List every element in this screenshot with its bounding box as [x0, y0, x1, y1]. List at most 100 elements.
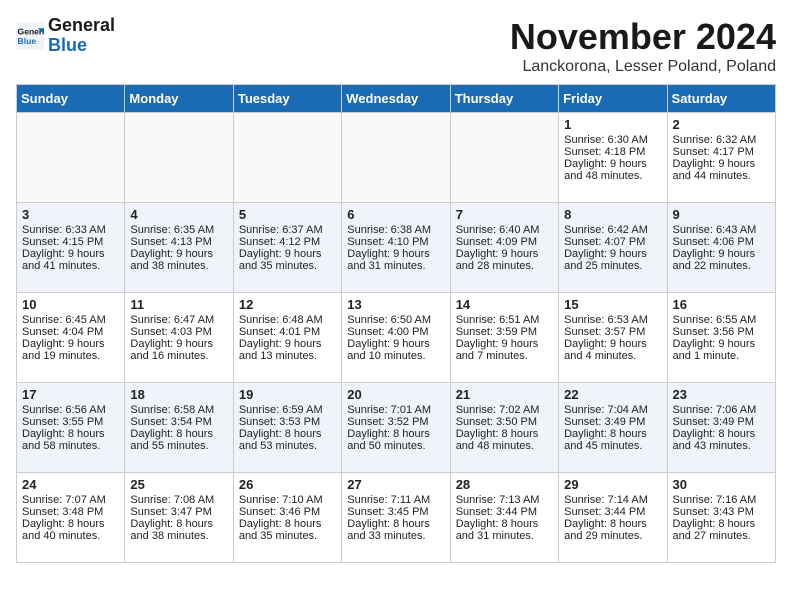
svg-text:Blue: Blue — [18, 36, 37, 46]
day-info: Daylight: 8 hours and 55 minutes. — [130, 428, 227, 452]
day-info: Sunset: 4:01 PM — [239, 326, 336, 338]
day-info: Sunset: 3:48 PM — [22, 506, 119, 518]
day-info: Sunset: 3:55 PM — [22, 416, 119, 428]
day-info: Sunrise: 6:59 AM — [239, 404, 336, 416]
day-info: Daylight: 8 hours and 53 minutes. — [239, 428, 336, 452]
day-info: Daylight: 9 hours and 19 minutes. — [22, 338, 119, 362]
day-info: Daylight: 9 hours and 22 minutes. — [673, 248, 770, 272]
calendar-cell: 6Sunrise: 6:38 AMSunset: 4:10 PMDaylight… — [342, 203, 450, 293]
calendar-cell: 24Sunrise: 7:07 AMSunset: 3:48 PMDayligh… — [17, 473, 125, 563]
calendar-week-1: 1 Sunrise: 6:30 AMSunset: 4:18 PMDaylight… — [17, 113, 776, 203]
day-info: Sunrise: 7:01 AM — [347, 404, 444, 416]
day-info: Sunrise: 6:33 AM — [22, 224, 119, 236]
day-info: Sunset: 3:49 PM — [673, 416, 770, 428]
day-number: 10 — [22, 297, 119, 312]
day-info: Sunrise: 7:07 AM — [22, 494, 119, 506]
day-info: Sunrise: 6:37 AM — [239, 224, 336, 236]
day-info: Daylight: 9 hours and 38 minutes. — [130, 248, 227, 272]
calendar-week-2: 3Sunrise: 6:33 AMSunset: 4:15 PMDaylight… — [17, 203, 776, 293]
day-info: Sunset: 4:18 PM — [564, 146, 661, 158]
day-info: Sunset: 4:00 PM — [347, 326, 444, 338]
day-number: 5 — [239, 207, 336, 222]
day-number: 15 — [564, 297, 661, 312]
day-number: 26 — [239, 477, 336, 492]
day-number: 20 — [347, 387, 444, 402]
calendar-cell: 25Sunrise: 7:08 AMSunset: 3:47 PMDayligh… — [125, 473, 233, 563]
day-number: 23 — [673, 387, 770, 402]
day-info: Sunset: 3:54 PM — [130, 416, 227, 428]
day-info: Daylight: 8 hours and 50 minutes. — [347, 428, 444, 452]
logo-icon: General Blue — [16, 22, 44, 50]
calendar-cell: 5Sunrise: 6:37 AMSunset: 4:12 PMDaylight… — [233, 203, 341, 293]
day-info: Daylight: 9 hours and 41 minutes. — [22, 248, 119, 272]
day-info: Daylight: 9 hours and 4 minutes. — [564, 338, 661, 362]
day-info: Sunset: 3:50 PM — [456, 416, 553, 428]
calendar-cell: 18Sunrise: 6:58 AMSunset: 3:54 PMDayligh… — [125, 383, 233, 473]
calendar-cell: 7Sunrise: 6:40 AMSunset: 4:09 PMDaylight… — [450, 203, 558, 293]
day-number: 4 — [130, 207, 227, 222]
day-number: 30 — [673, 477, 770, 492]
day-info: Sunset: 3:53 PM — [239, 416, 336, 428]
calendar-cell: 3Sunrise: 6:33 AMSunset: 4:15 PMDaylight… — [17, 203, 125, 293]
day-info: Sunrise: 6:53 AM — [564, 314, 661, 326]
day-info: Daylight: 9 hours and 10 minutes. — [347, 338, 444, 362]
day-info: Sunset: 3:44 PM — [456, 506, 553, 518]
day-info: Sunrise: 7:08 AM — [130, 494, 227, 506]
day-info: Daylight: 9 hours and 31 minutes. — [347, 248, 444, 272]
day-number: 21 — [456, 387, 553, 402]
day-info: Sunrise: 7:14 AM — [564, 494, 661, 506]
day-info: Sunset: 3:47 PM — [130, 506, 227, 518]
calendar-cell: 19Sunrise: 6:59 AMSunset: 3:53 PMDayligh… — [233, 383, 341, 473]
day-number: 12 — [239, 297, 336, 312]
calendar-cell: 27Sunrise: 7:11 AMSunset: 3:45 PMDayligh… — [342, 473, 450, 563]
day-info: Sunrise: 6:55 AM — [673, 314, 770, 326]
calendar-cell: 15 Sunrise: 6:53 AMSunset: 3:57 PMDayligh… — [559, 293, 667, 383]
day-info: Sunrise: 6:45 AM — [22, 314, 119, 326]
day-number: 8 — [564, 207, 661, 222]
page-header: General Blue General Blue November 2024 … — [16, 16, 776, 76]
day-info: Daylight: 9 hours and 25 minutes. — [564, 248, 661, 272]
day-info: Daylight: 8 hours and 40 minutes. — [22, 518, 119, 542]
calendar-week-5: 24Sunrise: 7:07 AMSunset: 3:48 PMDayligh… — [17, 473, 776, 563]
day-info: Sunset: 4:07 PM — [564, 236, 661, 248]
day-number: 6 — [347, 207, 444, 222]
day-number: 1 — [564, 117, 661, 132]
day-info: Sunrise: 6:56 AM — [22, 404, 119, 416]
day-info: Daylight: 9 hours and 13 minutes. — [239, 338, 336, 362]
day-info: Daylight: 8 hours and 31 minutes. — [456, 518, 553, 542]
day-info: Sunset: 4:10 PM — [347, 236, 444, 248]
calendar-cell: 9Sunrise: 6:43 AMSunset: 4:06 PMDaylight… — [667, 203, 775, 293]
calendar-cell: 10Sunrise: 6:45 AMSunset: 4:04 PMDayligh… — [17, 293, 125, 383]
day-number: 9 — [673, 207, 770, 222]
day-info: Sunset: 3:49 PM — [564, 416, 661, 428]
day-info: Daylight: 9 hours and 48 minutes. — [564, 158, 661, 182]
day-info: Sunset: 3:46 PM — [239, 506, 336, 518]
calendar-cell: 11Sunrise: 6:47 AMSunset: 4:03 PMDayligh… — [125, 293, 233, 383]
day-info: Sunrise: 6:43 AM — [673, 224, 770, 236]
day-info: Sunrise: 7:13 AM — [456, 494, 553, 506]
day-number: 2 — [673, 117, 770, 132]
day-info: Sunset: 3:57 PM — [564, 326, 661, 338]
day-info: Daylight: 8 hours and 45 minutes. — [564, 428, 661, 452]
calendar-cell: 1 Sunrise: 6:30 AMSunset: 4:18 PMDaylight… — [559, 113, 667, 203]
day-info: Daylight: 8 hours and 27 minutes. — [673, 518, 770, 542]
day-info: Sunrise: 6:30 AM — [564, 134, 661, 146]
day-number: 11 — [130, 297, 227, 312]
day-info: Sunset: 4:09 PM — [456, 236, 553, 248]
calendar-cell: 13Sunrise: 6:50 AMSunset: 4:00 PMDayligh… — [342, 293, 450, 383]
day-info: Daylight: 9 hours and 1 minute. — [673, 338, 770, 362]
day-number: 14 — [456, 297, 553, 312]
day-info: Sunrise: 6:50 AM — [347, 314, 444, 326]
location-title: Lanckorona, Lesser Poland, Poland — [510, 58, 776, 76]
day-number: 29 — [564, 477, 661, 492]
day-number: 28 — [456, 477, 553, 492]
logo: General Blue General Blue — [16, 16, 115, 56]
calendar-cell: 12Sunrise: 6:48 AMSunset: 4:01 PMDayligh… — [233, 293, 341, 383]
day-info: Daylight: 8 hours and 29 minutes. — [564, 518, 661, 542]
day-number: 16 — [673, 297, 770, 312]
svg-text:General: General — [18, 26, 44, 36]
calendar-cell: 26Sunrise: 7:10 AMSunset: 3:46 PMDayligh… — [233, 473, 341, 563]
day-info: Sunset: 3:44 PM — [564, 506, 661, 518]
day-info: Sunset: 4:13 PM — [130, 236, 227, 248]
day-info: Sunrise: 7:10 AM — [239, 494, 336, 506]
